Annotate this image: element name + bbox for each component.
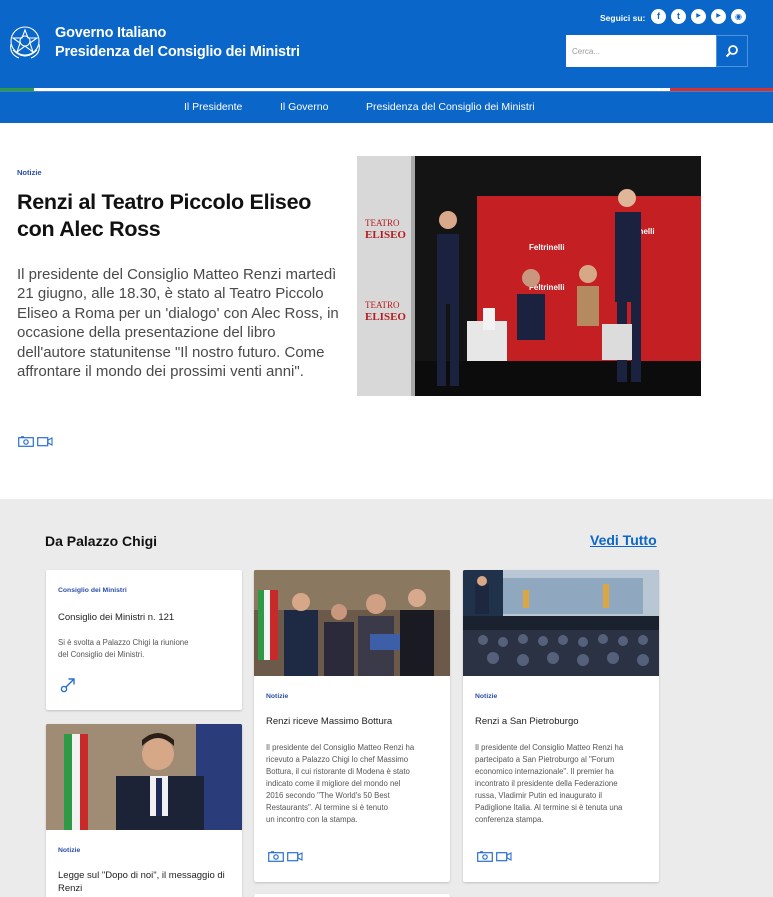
brand-subtitle[interactable]: Presidenza del Consiglio dei Ministri (55, 44, 300, 60)
search-input[interactable] (566, 35, 716, 67)
card-text-line: un incontro con la stampa. (266, 815, 358, 824)
photo-gallery-icon[interactable] (268, 851, 284, 862)
news-card[interactable]: Consiglio dei Ministri Consiglio dei Min… (46, 570, 242, 710)
video-icon[interactable] (37, 436, 53, 447)
facebook-icon[interactable]: f (651, 9, 666, 24)
card-text-line: Si è svolta a Palazzo Chigi la riunione (58, 638, 189, 647)
card-title-line[interactable]: Legge sul "Dopo di noi", il messaggio di (58, 869, 225, 882)
card-text-line: ricevuto a Palazzo Chigi lo chef Massimo (266, 755, 409, 764)
card-media-icons (268, 851, 303, 862)
section-title: Da Palazzo Chigi (45, 533, 158, 549)
photo-gallery-icon[interactable] (477, 851, 493, 862)
news-card[interactable]: Notizie Renzi a San Pietroburgo Il presi… (463, 570, 659, 882)
card-kicker[interactable]: Consiglio dei Ministri (58, 587, 127, 594)
card-text-line: Restaurants". Al termine si è tenuto (266, 803, 388, 812)
youtube-icon[interactable]: ▶ (691, 9, 706, 24)
card-text-line: economico internazionale". Il premier ha (475, 767, 614, 776)
photo-backdrop-text: Feltrinelli (529, 243, 565, 252)
hero-kicker[interactable]: Notizie (17, 168, 42, 177)
external-link-icon[interactable] (60, 677, 76, 693)
card-text-line: incontrato il presidente della Federazio… (475, 779, 618, 788)
site-header: Governo Italiano Presidenza del Consigli… (0, 0, 773, 88)
card-kicker[interactable]: Notizie (475, 693, 497, 700)
card-text-line: russa, Vladimir Putin ed inaugurato il (475, 791, 602, 800)
twitter-icon[interactable]: t (671, 9, 686, 24)
hero-photo[interactable]: TEATRO ELISEO TEATRO ELISEO Feltrinelli … (357, 156, 701, 396)
card-text-line: partecipato a San Pietroburgo al "Forum (475, 755, 615, 764)
hero-text: Il presidente del Consiglio Matteo Renzi… (17, 266, 339, 381)
card-text-line: del Consiglio dei Ministri. (58, 650, 145, 659)
video-icon[interactable] (496, 851, 512, 862)
card-photo[interactable] (254, 570, 450, 676)
see-all-link[interactable]: Vedi Tutto (590, 532, 657, 548)
photo-sign-text: ELISEO (365, 311, 406, 323)
card-title[interactable]: Consiglio dei Ministri n. 121 (58, 611, 174, 624)
card-text-line: Padiglione Italia. Al termine si è tenut… (475, 803, 623, 812)
main-nav: Il Presidente Il Governo Presidenza del … (0, 91, 773, 123)
video-icon[interactable] (287, 851, 303, 862)
card-media-icons (477, 851, 512, 862)
card-text-line: indicato come il migliore del mondo nel (266, 779, 401, 788)
card-text-line: 2016 secondo "The World's 50 Best (266, 791, 390, 800)
republic-emblem-icon[interactable] (7, 22, 43, 62)
news-card[interactable]: Notizie Legge sul "Dopo di noi", il mess… (46, 724, 242, 897)
search-button[interactable] (716, 35, 748, 67)
photo-sign-text: TEATRO (365, 218, 400, 228)
photo-sign-text: TEATRO (365, 300, 400, 310)
nav-item-governo[interactable]: Il Governo (280, 101, 328, 113)
follow-label: Seguici su: (600, 13, 646, 23)
photo-gallery-icon[interactable] (18, 436, 34, 447)
card-photo[interactable] (463, 570, 659, 676)
card-kicker[interactable]: Notizie (266, 693, 288, 700)
youtube-icon[interactable]: ▶ (711, 9, 726, 24)
card-title-line[interactable]: Renzi (58, 882, 82, 895)
card-text-line: Il presidente del Consiglio Matteo Renzi… (266, 743, 415, 752)
nav-item-presidente[interactable]: Il Presidente (184, 101, 242, 113)
card-text-line: Bottura, il cui ristorante di Modena è s… (266, 767, 410, 776)
photo-sign-text: ELISEO (365, 229, 406, 241)
brand-title[interactable]: Governo Italiano (55, 25, 166, 41)
hero-title[interactable]: Renzi al Teatro Piccolo Eliseo con Alec … (17, 189, 337, 243)
news-card[interactable]: Notizie Renzi riceve Massimo Bottura Il … (254, 570, 450, 882)
hero-media-icons (18, 436, 53, 447)
card-kicker[interactable]: Notizie (58, 847, 80, 854)
card-title[interactable]: Renzi a San Pietroburgo (475, 715, 579, 728)
card-title[interactable]: Renzi riceve Massimo Bottura (266, 715, 392, 728)
card-photo[interactable] (46, 724, 242, 830)
rss-icon[interactable]: ◉ (731, 9, 746, 24)
nav-item-presidenza[interactable]: Presidenza del Consiglio dei Ministri (366, 101, 535, 113)
card-text-line: conferenza stampa. (475, 815, 544, 824)
card-text-line: Il presidente del Consiglio Matteo Renzi… (475, 743, 624, 752)
search-icon (725, 45, 738, 58)
hero-article: Notizie Renzi al Teatro Piccolo Eliseo c… (0, 123, 773, 499)
